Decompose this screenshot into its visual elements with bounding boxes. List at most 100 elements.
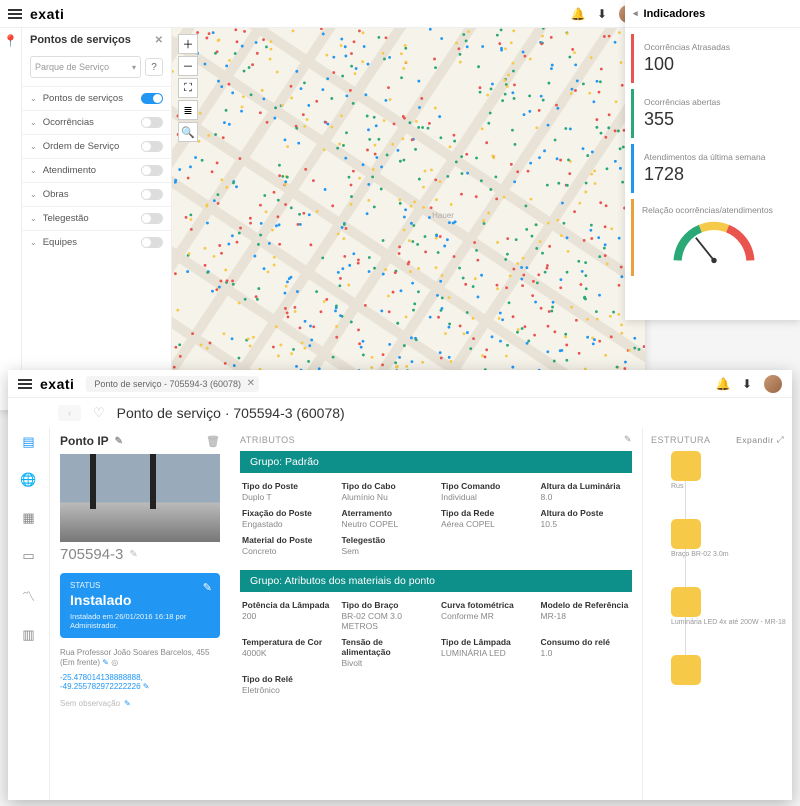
layer-label: Obras — [43, 189, 69, 200]
point-id: 705594-3 — [60, 546, 123, 563]
attribute: Fixação do Poste Engastado — [242, 508, 332, 529]
node-label: Luminária LED 4x até 200W - MR-18 — [671, 619, 800, 626]
brand-logo: exati — [30, 6, 64, 22]
attr-value: Individual — [441, 492, 531, 502]
nav-chart-icon[interactable]: 〽 — [22, 586, 35, 605]
edit-icon[interactable]: ✎ — [102, 658, 109, 667]
parque-select[interactable]: Parque de Serviço ▾ — [30, 56, 141, 78]
attribute: Tipo do Poste Duplo T — [242, 481, 332, 502]
no-observation: Sem observação — [60, 699, 120, 708]
layer-toggle[interactable] — [141, 141, 163, 152]
nav-globe-icon[interactable]: 🌐 — [20, 472, 36, 488]
structure-column: ESTRUTURA Expandir ⤢ Rus Braço BR-02 3.0… — [642, 428, 792, 800]
layer-label: Telegestão — [43, 213, 89, 224]
back-button[interactable]: ‹ — [58, 405, 81, 421]
layer-label: Ordem de Serviço — [43, 141, 120, 152]
menu-icon[interactable] — [18, 379, 32, 389]
bell-icon[interactable]: 🔔 — [571, 7, 585, 21]
attr-key: Tipo do Braço — [342, 600, 432, 610]
node-label: Rus — [671, 483, 800, 490]
layer-toggle[interactable] — [141, 213, 163, 224]
edit-icon[interactable]: ✎ — [129, 549, 137, 560]
download-icon[interactable]: ⬇ — [595, 7, 609, 21]
attr-key: Potência da Lâmpada — [242, 600, 332, 610]
favorite-icon[interactable]: ♡ — [93, 405, 105, 421]
point-summary: Ponto IP ✎ 🗑 705594-3 ✎ ✎ STATUS Instala… — [50, 428, 230, 800]
point-photo[interactable] — [60, 454, 220, 542]
node-icon — [671, 587, 701, 617]
layer-row[interactable]: ⌄ Telegestão — [22, 206, 171, 230]
indicator-card[interactable]: Atendimentos da última semana 1728 — [631, 144, 794, 193]
edit-icon[interactable]: ✎ — [115, 436, 123, 447]
help-button[interactable]: ? — [145, 58, 163, 76]
status-key: STATUS — [70, 581, 210, 590]
layer-row[interactable]: ⌄ Ocorrências — [22, 110, 171, 134]
layer-toggle[interactable] — [141, 117, 163, 128]
attr-value: Eletrônico — [242, 685, 332, 695]
indicator-card[interactable]: Ocorrências Atrasadas 100 — [631, 34, 794, 83]
edit-icon[interactable]: ✎ — [124, 699, 131, 708]
layer-row[interactable]: ⌄ Obras — [22, 182, 171, 206]
nav-card-icon[interactable]: ▭ — [22, 548, 34, 564]
layers-button[interactable]: ≣ — [178, 100, 198, 120]
attr-key: Fixação do Poste — [242, 508, 332, 518]
download-icon[interactable]: ⬇ — [740, 377, 754, 391]
attr-key: Tipo do Relé — [242, 674, 332, 684]
layer-row[interactable]: ⌄ Equipes — [22, 230, 171, 254]
tab-chip[interactable]: Ponto de serviço - 705594-3 (60078) ✕ — [86, 376, 259, 392]
layer-toggle[interactable] — [141, 237, 163, 248]
layer-row[interactable]: ⌄ Atendimento — [22, 158, 171, 182]
attr-key: Tipo de Lâmpada — [441, 637, 531, 647]
tree-node[interactable]: Braço BR-02 3.0m — [671, 519, 784, 549]
avatar[interactable] — [764, 375, 782, 393]
zoom-in-button[interactable]: ＋ — [178, 34, 198, 54]
attribute: Altura da Luminária 8.0 — [541, 481, 631, 502]
delete-icon[interactable]: 🗑 — [206, 435, 220, 448]
layer-row[interactable]: ⌄ Ordem de Serviço — [22, 134, 171, 158]
nav-list-icon[interactable]: ▥ — [22, 627, 34, 643]
close-icon[interactable]: ✕ — [247, 378, 255, 389]
layer-toggle[interactable] — [141, 165, 163, 176]
layer-row[interactable]: ⌄ Pontos de serviços — [22, 86, 171, 110]
attribute: Material do Poste Concreto — [242, 535, 332, 556]
indicator-card[interactable]: Ocorrências abertas 355 — [631, 89, 794, 138]
pin-icon[interactable]: 📍 — [0, 34, 21, 48]
chevron-left-icon[interactable]: ◂ — [633, 8, 638, 19]
map-window: exati 🔔 ⬇ 📍 Pontos de serviços ✕ Parque … — [0, 0, 645, 410]
layer-label: Pontos de serviços — [43, 93, 123, 104]
expand-button[interactable]: Expandir ⤢ — [736, 434, 784, 445]
tree-node[interactable] — [671, 655, 784, 685]
layer-toggle[interactable] — [141, 189, 163, 200]
locate-icon[interactable]: ◎ — [111, 658, 118, 667]
zoom-out-button[interactable]: － — [178, 56, 198, 76]
edit-icon[interactable]: ✎ — [624, 434, 632, 445]
attr-value: 200 — [242, 611, 332, 621]
indicator-value: 100 — [644, 54, 784, 75]
node-icon — [671, 519, 701, 549]
menu-icon[interactable] — [8, 9, 22, 19]
indicators-title: Indicadores — [644, 8, 706, 20]
fullscreen-button[interactable]: ⛶ — [178, 78, 198, 98]
map[interactable]: (function(){ const g=document.getElement… — [172, 28, 645, 410]
nav-grid-icon[interactable]: ▦ — [22, 510, 34, 526]
layer-toggle[interactable] — [141, 93, 163, 104]
locate-button[interactable]: 🔍 — [178, 122, 198, 142]
nav-dashboard-icon[interactable]: ▤ — [22, 434, 34, 450]
attr-key: Curva fotométrica — [441, 600, 531, 610]
indicator-label: Ocorrências abertas — [644, 97, 784, 107]
attr-key: Tipo do Cabo — [342, 481, 432, 491]
group2-bar: Grupo: Atributos dos materiais do ponto — [240, 570, 632, 592]
chevron-down-icon: ⌄ — [30, 142, 37, 151]
tree-node[interactable]: Rus — [671, 451, 784, 481]
tree-node[interactable]: Luminária LED 4x até 200W - MR-18 — [671, 587, 784, 617]
edit-icon[interactable]: ✎ — [143, 682, 150, 691]
structure-tree: Rus Braço BR-02 3.0m Luminária LED 4x at… — [651, 451, 784, 685]
map-canvas[interactable] — [172, 28, 645, 410]
close-icon[interactable]: ✕ — [155, 35, 163, 46]
bell-icon[interactable]: 🔔 — [716, 377, 730, 391]
indicator-label: Atendimentos da última semana — [644, 152, 784, 162]
nav-rail: ▤ 🌐 ▦ ▭ 〽 ▥ — [8, 428, 50, 800]
status-meta: Instalado em 26/01/2016 16:18 por Admini… — [70, 612, 210, 630]
left-rail: 📍 — [0, 28, 22, 410]
attr-value: Concreto — [242, 546, 332, 556]
